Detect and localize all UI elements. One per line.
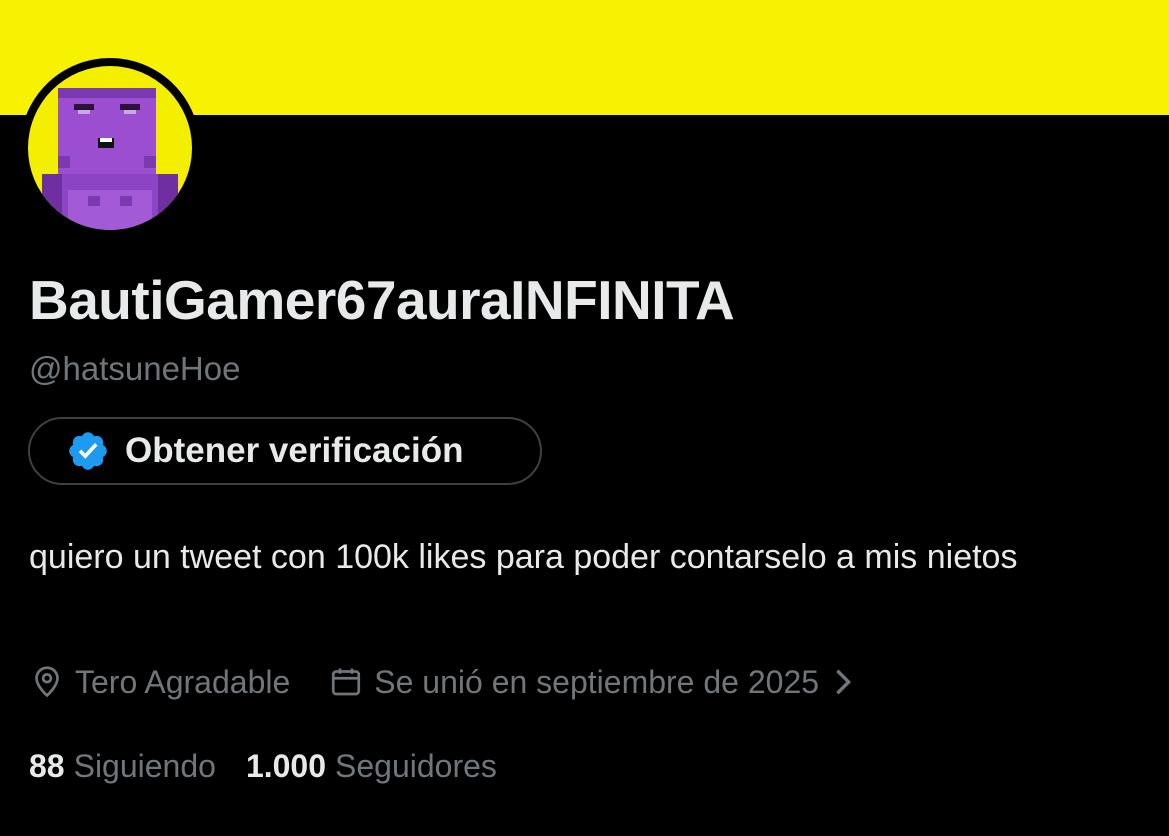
avatar[interactable] xyxy=(20,58,200,238)
avatar-character-icon xyxy=(42,88,178,230)
location-pin-icon xyxy=(29,664,65,700)
profile-meta: Tero Agradable Se unió en septiembre de … xyxy=(29,660,855,704)
following-count: 88 xyxy=(29,748,65,784)
joined-date-text: Se unió en septiembre de 2025 xyxy=(374,663,820,700)
following-label: Siguiendo xyxy=(73,748,216,784)
location-text: Tero Agradable xyxy=(75,663,291,700)
display-name: BautiGamer67auraINFINITA xyxy=(29,269,735,331)
follow-stats: 88 Siguiendo 1.000 Seguidores xyxy=(29,748,527,785)
followers-count: 1.000 xyxy=(245,748,327,784)
chevron-right-icon xyxy=(831,667,855,697)
get-verified-button[interactable]: Obtener verificación xyxy=(28,417,542,485)
followers-label: Seguidores xyxy=(335,748,497,784)
joined-date-item[interactable]: Se unió en septiembre de 2025 xyxy=(328,664,855,701)
following-link[interactable]: 88 Siguiendo xyxy=(29,748,216,785)
avatar-image xyxy=(28,66,192,230)
user-handle: @hatsuneHoe xyxy=(29,350,241,387)
get-verified-label: Obtener verificación xyxy=(125,431,464,470)
location-item: Tero Agradable xyxy=(29,664,290,701)
profile-bio: quiero un tweet con 100k likes para pode… xyxy=(29,538,1018,576)
followers-link[interactable]: 1.000 Seguidores xyxy=(246,748,497,785)
verified-badge-icon xyxy=(66,429,110,473)
calendar-icon xyxy=(328,664,364,700)
